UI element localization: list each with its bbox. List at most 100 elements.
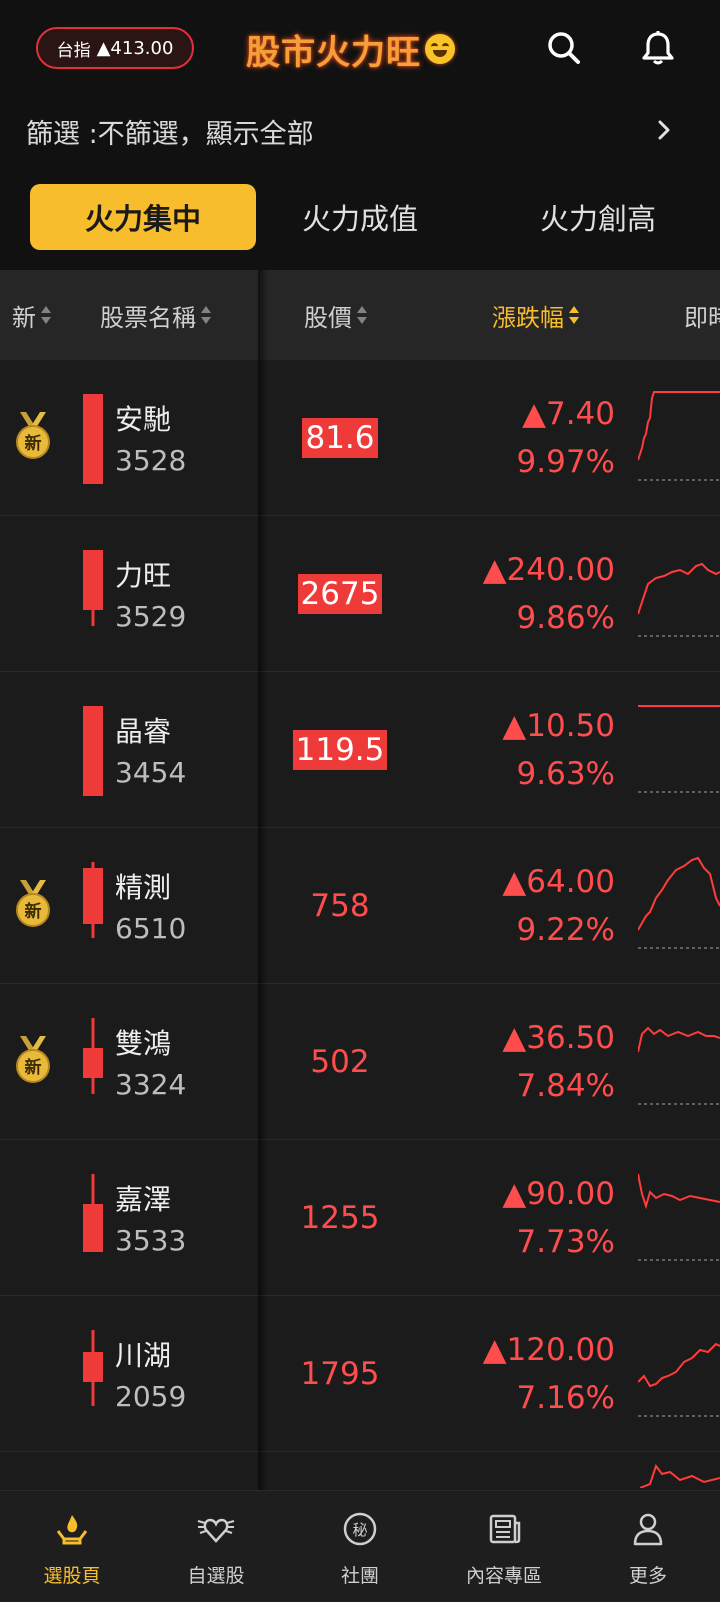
col-price[interactable]: 股價	[304, 270, 368, 360]
index-badge[interactable]: 台指 ▲413.00	[36, 27, 194, 69]
tab-firepower-focus[interactable]: 火力集中	[30, 184, 256, 250]
stock-code: 6510	[115, 912, 187, 945]
newspaper-icon	[489, 1514, 521, 1544]
sort-active-icon	[568, 304, 580, 326]
new-medal-icon: 新	[16, 412, 50, 459]
sparkline	[638, 1173, 720, 1261]
candlestick-icon	[83, 550, 103, 626]
table-row[interactable]: 新 精測 6510 758 ▲64.00 9.22%	[0, 828, 720, 984]
stock-code: 3529	[115, 600, 187, 633]
stock-name: 川湖	[115, 1339, 172, 1372]
col-price-label: 股價	[304, 303, 352, 332]
new-medal-icon: 新	[16, 880, 50, 927]
table-row[interactable]: 力旺 3529 2675 ▲240.00 9.86%	[0, 516, 720, 672]
percent-change: 9.86%	[516, 600, 615, 636]
stock-code: 2059	[115, 1380, 187, 1413]
nav-community[interactable]: 秘 社團	[288, 1491, 432, 1602]
table-row[interactable]: 晶睿 3454 119.5 ▲10.50 9.63%	[0, 672, 720, 828]
change-cell: ▲90.00 7.73%	[502, 1170, 615, 1266]
nav-stock-picker[interactable]: 選股頁	[0, 1491, 144, 1602]
nav-label: 內容專區	[465, 1565, 542, 1587]
sort-icon	[200, 304, 212, 326]
price-cell: 502	[270, 984, 410, 1140]
new-badge-text: 新	[25, 1057, 42, 1078]
app-title: 股市火力旺	[246, 24, 455, 74]
change-cell: ▲240.00 9.86%	[483, 546, 615, 642]
table-row[interactable]: 新 安馳 3528 81.6 ▲7.40 9.97%	[0, 360, 720, 516]
stock-price: 1255	[300, 1200, 380, 1236]
price-cell: 81.6	[270, 360, 410, 516]
stock-price: 758	[310, 888, 370, 924]
candlestick-icon	[83, 706, 103, 796]
stock-price: 1795	[300, 1356, 380, 1392]
index-label: 台指	[56, 40, 91, 61]
sort-icon	[356, 304, 368, 326]
col-realtime-label: 即時	[684, 303, 720, 332]
col-change-label: 漲跌幅	[492, 303, 564, 332]
filter-row[interactable]: 篩選 :不篩選，顯示全部	[0, 100, 720, 162]
price-change: ▲64.00	[502, 864, 615, 900]
candlestick-icon	[83, 1018, 103, 1094]
col-new-label: 新	[12, 303, 36, 332]
col-name[interactable]: 股票名稱	[100, 270, 212, 360]
sparkline	[640, 1463, 720, 1488]
price-change: ▲7.40	[522, 396, 615, 432]
person-icon	[633, 1513, 663, 1546]
secret-badge-icon: 秘	[343, 1512, 377, 1546]
change-cell: ▲10.50 9.63%	[502, 702, 615, 798]
table-row[interactable]: 新 雙鴻 3324 502 ▲36.50 7.84%	[0, 984, 720, 1140]
change-cell: ▲120.00 7.16%	[483, 1326, 615, 1422]
new-badge-text: 新	[25, 901, 42, 922]
percent-change: 7.16%	[516, 1380, 615, 1416]
winged-heart-icon	[197, 1518, 235, 1543]
stock-price: 119.5	[292, 730, 388, 770]
top-bar: 台指 ▲413.00 股市火力旺	[0, 0, 720, 96]
table-header: 新 股票名稱 股價 漲跌幅 即時	[0, 270, 720, 360]
price-cell: 1795	[270, 1296, 410, 1452]
new-medal-icon: 新	[16, 1036, 50, 1083]
price-change: ▲36.50	[502, 1020, 615, 1056]
candlestick-icon	[83, 394, 103, 484]
price-change: ▲120.00	[482, 1332, 615, 1368]
nav-label: 更多	[628, 1565, 667, 1587]
sparkline	[638, 562, 720, 637]
grin-emoji-icon	[425, 34, 455, 64]
app-title-text: 股市火力旺	[246, 32, 421, 73]
stock-price: 2675	[297, 574, 383, 614]
tab-bar: 火力集中 火力成值 火力創高	[0, 184, 720, 250]
stock-name: 力旺	[115, 559, 172, 592]
nav-watchlist[interactable]: 自選股	[144, 1491, 288, 1602]
candlestick-icon	[83, 1174, 103, 1252]
price-change: ▲10.50	[502, 708, 615, 744]
price-cell: 758	[270, 828, 410, 984]
nav-label: 自選股	[187, 1565, 245, 1587]
svg-text:秘: 秘	[352, 1521, 367, 1539]
change-cell: ▲7.40 9.97%	[517, 390, 615, 486]
price-cell: 119.5	[270, 672, 410, 828]
tab-firepower-value[interactable]: 火力成值	[247, 184, 473, 250]
table-row[interactable]: 嘉澤 3533 1255 ▲90.00 7.73%	[0, 1140, 720, 1296]
stock-code: 3533	[115, 1224, 187, 1257]
stock-name: 嘉澤	[115, 1183, 172, 1216]
bottom-nav: 選股頁 自選股 秘 社團 內容專區 更多	[0, 1490, 720, 1602]
table-row[interactable]: 川湖 2059 1795 ▲120.00 7.16%	[0, 1296, 720, 1452]
tab-firepower-high[interactable]: 火力創高	[485, 184, 711, 250]
stock-price: 502	[310, 1044, 370, 1080]
stock-name: 晶睿	[115, 715, 172, 748]
table-row-partial	[0, 1452, 720, 1490]
nav-label: 選股頁	[43, 1565, 101, 1587]
sparkline	[638, 856, 720, 949]
candlestick-icon	[83, 862, 103, 938]
bell-icon[interactable]	[638, 28, 678, 68]
nav-more[interactable]: 更多	[576, 1491, 720, 1602]
col-change[interactable]: 漲跌幅	[492, 270, 580, 360]
chevron-right-icon	[658, 120, 670, 140]
search-icon[interactable]	[544, 28, 584, 68]
flame-hand-icon	[56, 1515, 88, 1545]
percent-change: 9.63%	[516, 756, 615, 792]
col-new[interactable]: 新	[12, 270, 52, 360]
frozen-column-shadow	[258, 270, 268, 1490]
nav-content[interactable]: 內容專區	[432, 1491, 576, 1602]
col-realtime[interactable]: 即時	[684, 270, 720, 360]
stock-name: 安馳	[115, 403, 172, 436]
